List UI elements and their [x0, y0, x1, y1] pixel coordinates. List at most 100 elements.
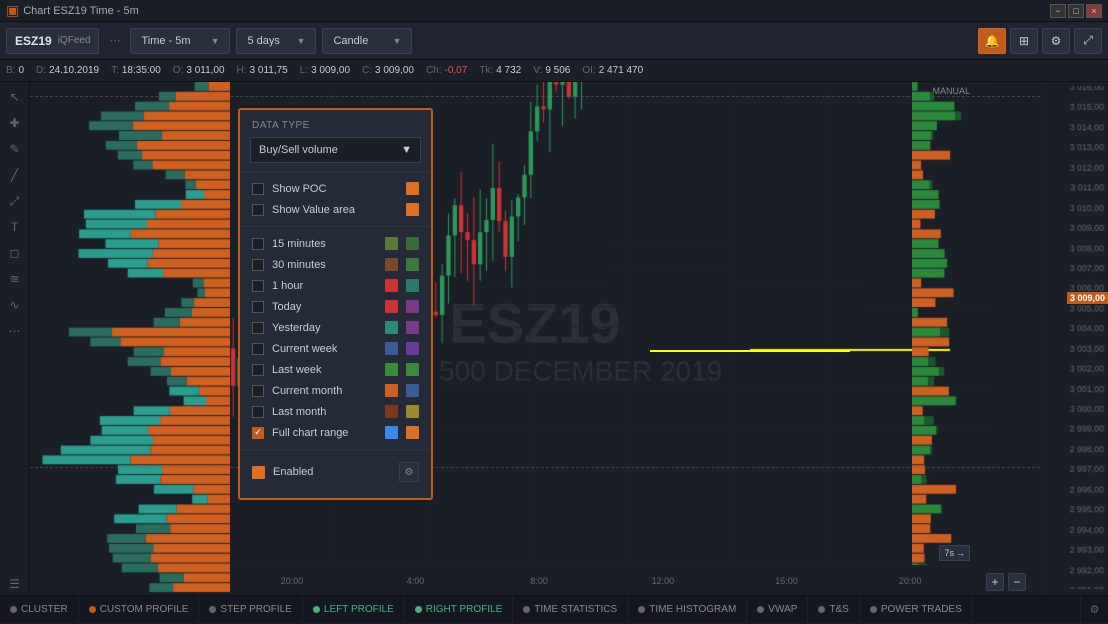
row-today[interactable]: Today — [240, 296, 431, 317]
checkbox-last-week[interactable] — [252, 364, 264, 376]
bottom-right-profile[interactable]: RIGHT PROFILE — [405, 596, 514, 623]
swatch-today-2[interactable] — [406, 300, 419, 313]
bottom-power-trades[interactable]: POWER TRADES — [860, 596, 973, 623]
row-current-month[interactable]: Current month — [240, 380, 431, 401]
alerts-btn[interactable]: 🔔 — [978, 28, 1006, 54]
swatch-yesterday-2[interactable] — [406, 321, 419, 334]
swatch-value-area[interactable] — [406, 203, 419, 216]
checkbox-30min[interactable] — [252, 259, 264, 271]
swatch-last-month-2[interactable] — [406, 405, 419, 418]
label-last-month: Last month — [272, 406, 377, 418]
zoom-out-btn[interactable]: − — [1008, 573, 1026, 591]
row-30min[interactable]: 30 minutes — [240, 254, 431, 275]
swatch-poc[interactable] — [406, 182, 419, 195]
info-t: T: 18:35:00 — [111, 65, 161, 76]
swatch-full-range-2[interactable] — [406, 426, 419, 439]
sidebar-draw[interactable]: ✎ — [4, 138, 26, 160]
swatch-last-week-1[interactable] — [385, 363, 398, 376]
enabled-swatch[interactable] — [252, 466, 265, 479]
label-last-week: Last week — [272, 364, 377, 376]
row-show-value-area[interactable]: Show Value area — [240, 199, 431, 220]
row-last-month[interactable]: Last month — [240, 401, 431, 422]
row-yesterday[interactable]: Yesterday — [240, 317, 431, 338]
chart-type-dropdown[interactable]: Candle ▼ — [322, 28, 412, 54]
checkbox-show-poc[interactable] — [252, 183, 264, 195]
row-current-week[interactable]: Current week — [240, 338, 431, 359]
data-type-select[interactable]: Buy/Sell volume ▼ — [250, 137, 421, 163]
bottom-time-histogram[interactable]: TIME HISTOGRAM — [628, 596, 747, 623]
layout-btn[interactable]: ⊞ — [1010, 28, 1038, 54]
bottom-custom-profile[interactable]: CUSTOM PROFILE — [79, 596, 200, 623]
bottom-left-profile[interactable]: LEFT PROFILE — [303, 596, 405, 623]
info-c: C: 3 009,00 — [362, 65, 414, 76]
timeframe-dropdown[interactable]: Time - 5m ▼ — [130, 28, 230, 54]
swatch-30min-1[interactable] — [385, 258, 398, 271]
bottom-cluster[interactable]: CLUSTER — [0, 596, 79, 623]
range-dropdown[interactable]: 5 days ▼ — [236, 28, 316, 54]
swatch-last-week-2[interactable] — [406, 363, 419, 376]
dot-step-profile — [209, 606, 216, 613]
symbol-box[interactable]: ESZ19 iQFeed — [6, 28, 99, 54]
row-show-poc[interactable]: Show POC — [240, 178, 431, 199]
checkbox-last-month[interactable] — [252, 406, 264, 418]
zoom-in-btn[interactable]: + — [986, 573, 1004, 591]
swatch-yesterday-1[interactable] — [385, 321, 398, 334]
sidebar-pointer[interactable]: ↖ — [4, 86, 26, 108]
checkbox-current-month[interactable] — [252, 385, 264, 397]
swatch-last-month-1[interactable] — [385, 405, 398, 418]
restore-btn[interactable]: □ — [1068, 4, 1084, 18]
swatch-15min-2[interactable] — [406, 237, 419, 250]
minimize-btn[interactable]: − — [1050, 4, 1066, 18]
sidebar-line[interactable]: ╱ — [4, 164, 26, 186]
settings-btn[interactable]: ⚙ — [1042, 28, 1070, 54]
dot-ts — [818, 606, 825, 613]
swatch-current-month-1[interactable] — [385, 384, 398, 397]
swatch-30min-2[interactable] — [406, 258, 419, 271]
row-15min[interactable]: 15 minutes — [240, 233, 431, 254]
time-indicator[interactable]: 7s → — [939, 545, 970, 561]
bottom-vwap[interactable]: VWAP — [747, 596, 808, 623]
checkbox-yesterday[interactable] — [252, 322, 264, 334]
close-btn[interactable]: × — [1086, 4, 1102, 18]
label-time-histogram: TIME HISTOGRAM — [649, 604, 736, 615]
swatch-today-1[interactable] — [385, 300, 398, 313]
checkbox-current-week[interactable] — [252, 343, 264, 355]
sidebar-text[interactable]: T — [4, 216, 26, 238]
fullscreen-btn[interactable]: ⤢ — [1074, 28, 1102, 54]
checkbox-15min[interactable] — [252, 238, 264, 250]
swatch-current-week-2[interactable] — [406, 342, 419, 355]
checkbox-1hour[interactable] — [252, 280, 264, 292]
bottom-time-statistics[interactable]: TIME STATISTICS — [513, 596, 628, 623]
chart-type-arrow: ▼ — [393, 36, 402, 46]
sidebar-more[interactable]: ⋯ — [4, 320, 26, 342]
swatch-15min-1[interactable] — [385, 237, 398, 250]
sidebar-shapes[interactable]: ◻ — [4, 242, 26, 264]
data-panel: Data type Buy/Sell volume ▼ Show POC Sho… — [238, 108, 433, 500]
sidebar-indicators[interactable]: ∿ — [4, 294, 26, 316]
row-last-week[interactable]: Last week — [240, 359, 431, 380]
checkbox-full-chart-range[interactable]: ✓ — [252, 427, 264, 439]
sidebar-bottom-icon[interactable]: ☰ — [4, 573, 26, 595]
chart-area[interactable]: ESZ19 E-S&P 500 DECEMBER 2019 MANUAL 20:… — [30, 82, 1040, 595]
checkbox-today[interactable] — [252, 301, 264, 313]
checkbox-show-value-area[interactable] — [252, 204, 264, 216]
symbol-menu-btn[interactable]: ⋯ — [105, 34, 124, 47]
time-label-4: 12:00 — [601, 576, 725, 586]
row-1hour[interactable]: 1 hour — [240, 275, 431, 296]
label-current-week: Current week — [272, 343, 377, 355]
swatch-current-month-2[interactable] — [406, 384, 419, 397]
bottom-ts[interactable]: T&S — [808, 596, 859, 623]
swatch-full-range-1[interactable] — [385, 426, 398, 439]
sidebar-measure[interactable]: ⤢ — [4, 190, 26, 212]
swatch-1hour-1[interactable] — [385, 279, 398, 292]
time-axis: 20:00 4:00 8:00 12:00 16:00 20:00 — [230, 565, 972, 595]
sidebar-crosshair[interactable]: ✚ — [4, 112, 26, 134]
swatch-1hour-2[interactable] — [406, 279, 419, 292]
bottom-step-profile[interactable]: STEP PROFILE — [199, 596, 303, 623]
swatch-current-week-1[interactable] — [385, 342, 398, 355]
label-vwap: VWAP — [768, 604, 797, 615]
sidebar-fib[interactable]: ≋ — [4, 268, 26, 290]
bottom-gear-btn[interactable]: ⚙ — [1080, 596, 1108, 624]
row-full-chart-range[interactable]: ✓ Full chart range — [240, 422, 431, 443]
enabled-settings-btn[interactable]: ⚙ — [399, 462, 419, 482]
